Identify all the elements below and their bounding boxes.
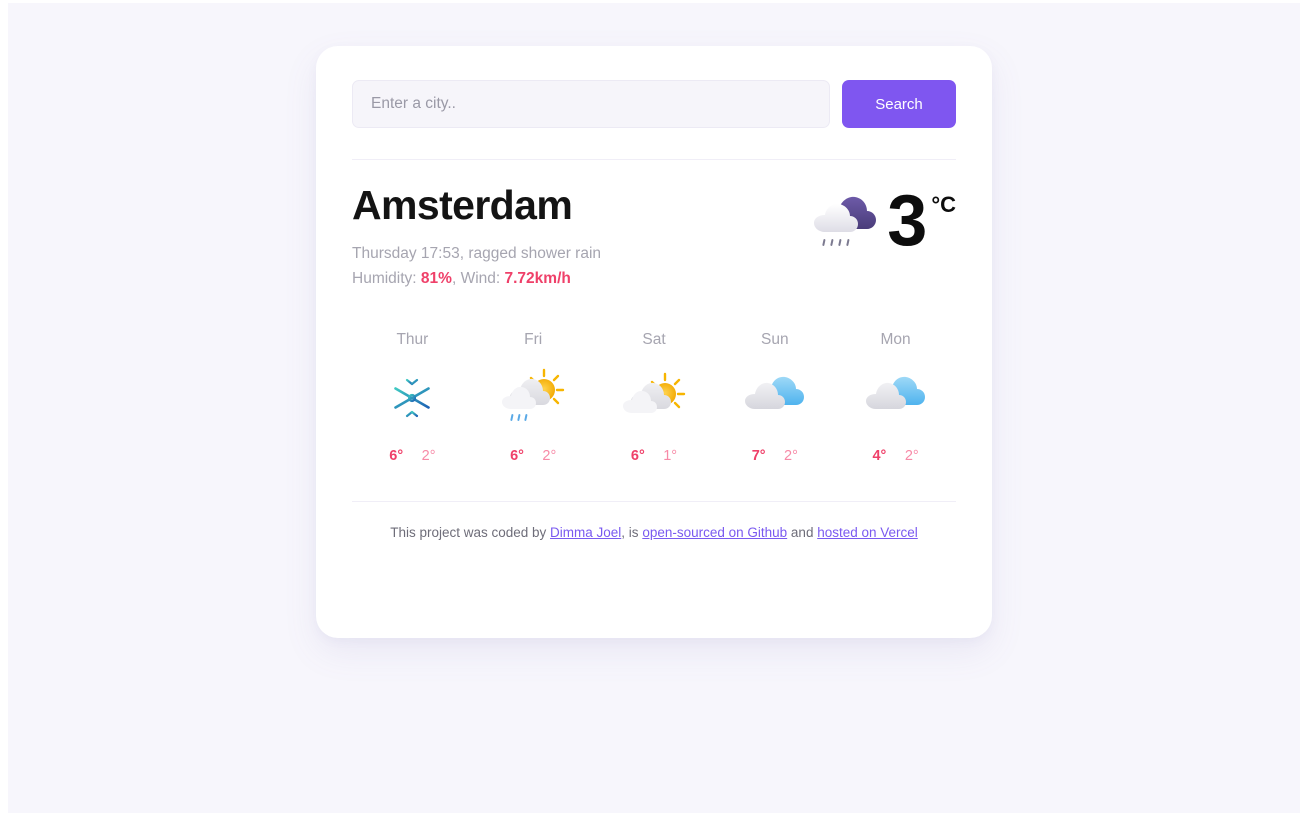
forecast-row: Thur 6° 2° Fri 6° 2° Sat 6° 1° Sun 7° 2°…: [352, 331, 956, 465]
footer-credits: This project was coded by Dimma Joel, is…: [352, 525, 956, 540]
footer-conjunction: and: [787, 525, 818, 541]
forecast-day: Mon 4° 2°: [835, 331, 956, 465]
github-link[interactable]: open-sourced on Github: [642, 525, 787, 540]
metrics-separator: ,: [451, 270, 461, 288]
weather-card: Search Amsterdam Thursday 17:53, ragged …: [316, 46, 992, 638]
footer-middle: , is: [621, 525, 643, 541]
search-button[interactable]: Search: [842, 80, 956, 128]
forecast-day: Thur 6° 2°: [352, 331, 473, 465]
forecast-temp-max: 6°: [630, 448, 645, 465]
city-name: Amsterdam: [352, 182, 573, 228]
forecast-temps: 7° 2°: [714, 447, 835, 465]
forecast-temps: 6° 2°: [473, 447, 594, 465]
forecast-temp-min: 1°: [663, 448, 678, 465]
forecast-temp-min: 2°: [542, 448, 557, 465]
snowflake-icon: [352, 367, 473, 429]
forecast-day-label: Mon: [880, 331, 911, 349]
shower-rain-icon: [809, 187, 881, 258]
current-temperature: 3: [887, 181, 927, 261]
search-input[interactable]: [352, 80, 830, 128]
forecast-temp-max: 6°: [389, 448, 404, 465]
forecast-day-label: Sun: [760, 331, 789, 349]
humidity-label: Humidity:: [352, 270, 421, 288]
sun-cloud-icon: [594, 367, 715, 429]
author-link[interactable]: Dimma Joel: [550, 525, 621, 540]
current-temperature-block: 3 °C: [809, 183, 956, 258]
forecast-temps: 4° 2°: [835, 447, 956, 465]
forecast-temps: 6° 2°: [352, 447, 473, 465]
humidity-value: 81%: [420, 270, 452, 288]
footer-prefix: This project was coded by: [390, 525, 551, 541]
search-bar: Search: [352, 46, 956, 128]
header-divider: [352, 159, 956, 160]
broken-clouds-icon: [714, 367, 835, 429]
temperature-unit: °C: [931, 192, 956, 217]
forecast-day: Fri 6° 2°: [473, 331, 594, 465]
current-weather-text: Amsterdam Thursday 17:53, ragged shower …: [352, 183, 601, 291]
metrics-line: Humidity: 81%, Wind: 7.72km/h: [352, 266, 601, 291]
forecast-temp-min: 2°: [421, 448, 436, 465]
condition-line: Thursday 17:53, ragged shower rain: [352, 245, 602, 263]
forecast-day-label: Thur: [396, 331, 429, 349]
forecast-day-label: Sat: [642, 331, 666, 349]
forecast-temps: 6° 1°: [594, 447, 715, 465]
wind-value: 7.72km/h: [504, 270, 571, 288]
broken-clouds-icon: [835, 367, 956, 429]
current-weather: Amsterdam Thursday 17:53, ragged shower …: [352, 183, 956, 291]
wind-label: Wind:: [460, 270, 505, 288]
forecast-temp-min: 2°: [784, 448, 798, 465]
forecast-day: Sat 6° 1°: [594, 331, 715, 465]
vercel-link[interactable]: hosted on Vercel: [817, 525, 918, 540]
forecast-temp-max: 4°: [872, 448, 887, 465]
forecast-temp-max: 6°: [510, 448, 524, 465]
forecast-temp-min: 2°: [904, 448, 919, 465]
sun-cloud-rain-icon: [473, 367, 594, 429]
forecast-day: Sun 7° 2°: [714, 331, 835, 465]
footer-divider: [352, 501, 956, 503]
forecast-temp-max: 7°: [751, 448, 766, 465]
app-viewport: Search Amsterdam Thursday 17:53, ragged …: [8, 3, 1300, 813]
forecast-day-label: Fri: [524, 331, 543, 349]
